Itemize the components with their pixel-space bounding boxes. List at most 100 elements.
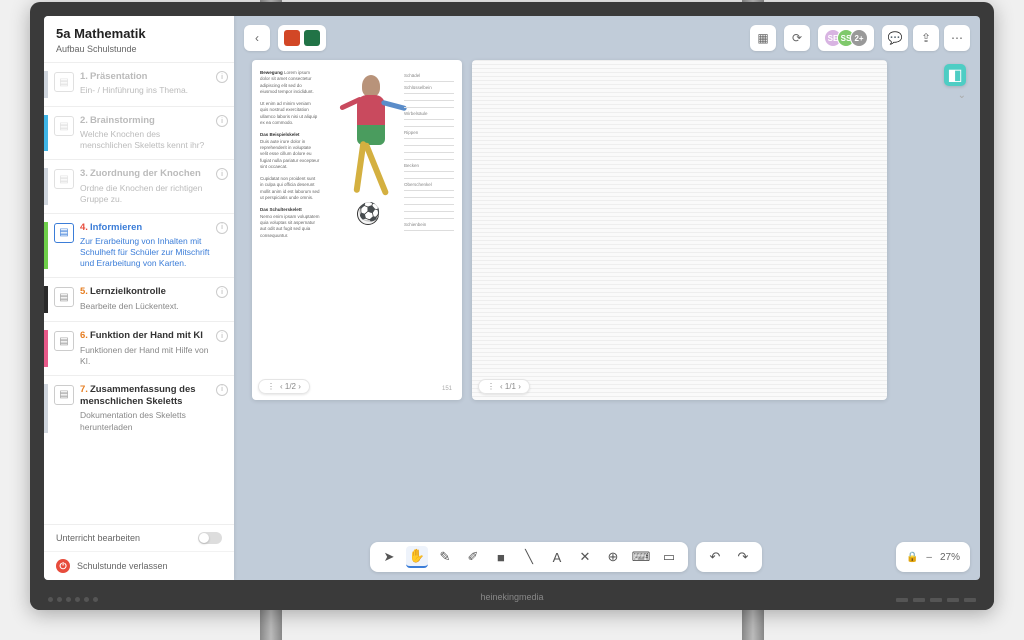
app-powerpoint-icon[interactable] [284, 30, 300, 46]
lesson-color-bar [44, 115, 48, 151]
power-icon: ⏻ [56, 559, 70, 573]
edit-lesson-label: Unterricht bearbeiten [56, 533, 140, 543]
sidebar: 5a Mathematik Aufbau Schulstunde ▤ 1.Präs… [44, 16, 234, 580]
skeleton-labels: SchädelSchlüsselbeinWirbelsäuleRippenBec… [404, 70, 454, 231]
lesson-desc: Zur Erarbeitung von Inhalten mit Schulhe… [80, 236, 212, 269]
keyboard-tool[interactable]: ⌨ [630, 546, 652, 568]
lesson-desc: Welche Knochen des menschlichen Skeletts… [80, 129, 212, 151]
info-icon[interactable]: i [216, 384, 228, 396]
document-page-right[interactable]: ⋮‹ 1/1 › [472, 60, 887, 400]
sidebar-header: 5a Mathematik Aufbau Schulstunde [44, 16, 234, 62]
lesson-title: 4.Informieren [80, 222, 212, 234]
pointer-tool[interactable]: ➤ [378, 546, 400, 568]
lesson-title: 7.Zusammenfassung des menschlichen Skele… [80, 384, 212, 409]
shape-tool[interactable]: ■ [490, 546, 512, 568]
lesson-icon: ▤ [54, 116, 74, 136]
redo-button[interactable]: ↷ [732, 546, 754, 568]
eraser-tool[interactable]: ✕ [574, 546, 596, 568]
highlighter-tool[interactable]: ✐ [462, 546, 484, 568]
page-nav-left[interactable]: ⋮‹ 1/2 › [258, 379, 310, 394]
lesson-desc: Bearbeite den Lückentext. [80, 301, 212, 312]
class-subtitle: Aufbau Schulstunde [56, 44, 222, 54]
lesson-item-4[interactable]: ▤ 4.Informieren Zur Erarbeitung von Inhalt… [44, 213, 234, 277]
info-icon[interactable]: i [216, 222, 228, 234]
lesson-icon: ▤ [54, 169, 74, 189]
screen: 5a Mathematik Aufbau Schulstunde ▤ 1.Präs… [44, 16, 980, 580]
lesson-desc: Ordne die Knochen der richtigen Gruppe z… [80, 183, 212, 205]
app-launcher[interactable] [278, 25, 326, 51]
leave-lesson-row[interactable]: ⏻ Schulstunde verlassen [44, 551, 234, 580]
lesson-item-6[interactable]: ▤ 6.Funktion der Hand mit KI Funktionen de… [44, 321, 234, 374]
chat-button[interactable]: 💬 [882, 25, 908, 51]
lesson-icon: ▤ [54, 385, 74, 405]
leave-lesson-label: Schulstunde verlassen [77, 561, 168, 571]
info-icon[interactable]: i [216, 71, 228, 83]
share-button[interactable]: ⇪ [913, 25, 939, 51]
back-button[interactable]: ‹ [244, 25, 270, 51]
sidebar-footer: Unterricht bearbeiten ⏻ Schulstunde verl… [44, 524, 234, 580]
lesson-icon: ▤ [54, 331, 74, 351]
info-icon[interactable]: i [216, 115, 228, 127]
lesson-title: 1.Präsentation [80, 71, 212, 83]
edit-toggle[interactable] [198, 532, 222, 544]
info-icon[interactable]: i [216, 286, 228, 298]
canvas[interactable]: Bewegung Lorem ipsum dolor sit amet cons… [244, 60, 970, 536]
more-button[interactable]: ⋯ [944, 25, 970, 51]
info-icon[interactable]: i [216, 330, 228, 342]
zoom-controls: 🔒 – 27% [896, 542, 970, 572]
compass-tool[interactable]: ⊕ [602, 546, 624, 568]
sticky-note-tool[interactable]: ◧ [944, 64, 966, 86]
monitor-brand: heinekingmedia [480, 592, 543, 602]
lesson-desc: Dokumentation des Skeletts herunterladen [80, 410, 212, 432]
lesson-item-2[interactable]: ▤2.BrainstormingWelche Knochen des mensc… [44, 106, 234, 159]
line-tool[interactable]: ╲ [518, 546, 540, 568]
lesson-color-bar [44, 330, 48, 366]
zoom-out-button[interactable]: – [926, 552, 932, 563]
lesson-color-bar [44, 384, 48, 433]
lesson-icon: ▤ [54, 223, 74, 243]
soccer-ball-icon [357, 203, 379, 225]
page-nav-right[interactable]: ⋮‹ 1/1 › [478, 379, 530, 394]
present-button[interactable]: ▦ [750, 25, 776, 51]
lesson-item-5[interactable]: ▤ 5.Lernzielkontrolle Bearbeite den Lücken… [44, 277, 234, 321]
lesson-color-bar [44, 286, 48, 313]
lesson-title: 5.Lernzielkontrolle [80, 286, 212, 298]
lesson-title: 6.Funktion der Hand mit KI [80, 330, 212, 342]
zoom-level: 27% [940, 552, 960, 563]
info-icon[interactable]: i [216, 168, 228, 180]
monitor-frame: 5a Mathematik Aufbau Schulstunde ▤ 1.Präs… [30, 2, 994, 610]
text-tool[interactable]: A [546, 546, 568, 568]
chevron-down-icon[interactable]: ⌄ [958, 90, 966, 101]
topbar: ‹ ▦ ⟳ SE SS 2+ 💬 ⇪ ⋯ [244, 24, 970, 52]
undo-button[interactable]: ↶ [704, 546, 726, 568]
pen-tool[interactable]: ✎ [434, 546, 456, 568]
bottom-toolbar: ➤ ✋ ✎ ✐ ■ ╲ A ✕ ⊕ ⌨ ▭ ↶ ↷ 🔒 – 27% [244, 542, 970, 572]
lesson-icon: ▤ [54, 287, 74, 307]
lesson-item-7[interactable]: ▤ 7.Zusammenfassung des menschlichen Skel… [44, 375, 234, 441]
lesson-desc: Ein- / Hinführung ins Thema. [80, 85, 212, 96]
lesson-color-bar [44, 168, 48, 204]
lesson-title: 3.Zuordnung der Knochen [80, 168, 212, 180]
lock-icon[interactable]: 🔒 [906, 552, 918, 563]
page-number: 151 [442, 386, 452, 392]
app-excel-icon[interactable] [304, 30, 320, 46]
lesson-color-bar [44, 71, 48, 98]
avatar-more: 2+ [850, 29, 868, 47]
document-text: Bewegung Lorem ipsum dolor sit amet cons… [260, 70, 320, 245]
document-page-left[interactable]: Bewegung Lorem ipsum dolor sit amet cons… [252, 60, 462, 400]
lesson-item-1[interactable]: ▤ 1.Präsentation Ein- / Hinführung ins The… [44, 62, 234, 106]
history-button[interactable]: ⟳ [784, 25, 810, 51]
lesson-item-3[interactable]: ▤ 3.Zuordnung der Knochen Ordne die Knoche… [44, 159, 234, 212]
lesson-color-bar [44, 222, 48, 269]
monitor-bezel: heinekingmedia [30, 584, 994, 610]
lesson-icon: ▤ [54, 72, 74, 92]
class-title: 5a Mathematik [56, 26, 222, 41]
hand-tool[interactable]: ✋ [406, 546, 428, 568]
edit-lesson-row[interactable]: Unterricht bearbeiten [44, 525, 234, 551]
lesson-list: ▤ 1.Präsentation Ein- / Hinführung ins The… [44, 62, 234, 524]
history-tools: ↶ ↷ [696, 542, 762, 572]
drawing-tools: ➤ ✋ ✎ ✐ ■ ╲ A ✕ ⊕ ⌨ ▭ [370, 542, 688, 572]
image-tool[interactable]: ▭ [658, 546, 680, 568]
lesson-desc: Funktionen der Hand mit Hilfe von KI. [80, 345, 212, 367]
participants-button[interactable]: SE SS 2+ [818, 25, 874, 51]
